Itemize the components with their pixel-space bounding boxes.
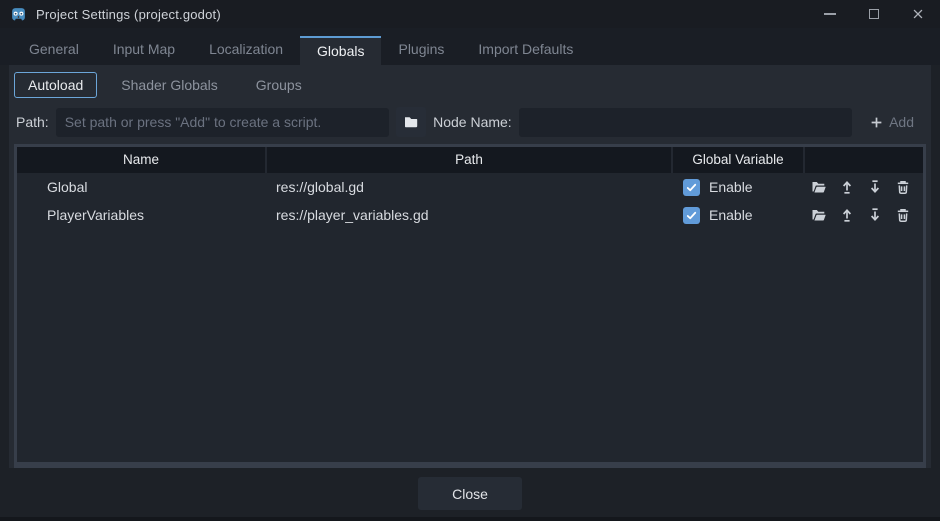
arrow-up-icon	[839, 207, 855, 223]
close-dialog-button[interactable]: Close	[418, 477, 522, 510]
autoload-path: res://global.gd	[267, 179, 673, 195]
autoload-table: Name Path Global Variable Global res://g…	[14, 144, 926, 468]
node-name-input[interactable]	[519, 108, 852, 137]
maximize-icon	[869, 9, 879, 19]
table-header-row: Name Path Global Variable	[17, 147, 923, 173]
close-icon	[911, 7, 925, 21]
maximize-button[interactable]	[864, 4, 884, 24]
path-label: Path:	[16, 114, 49, 130]
window-controls	[820, 4, 928, 24]
arrow-down-icon	[867, 179, 883, 195]
tab-general[interactable]: General	[12, 36, 96, 65]
arrow-down-icon	[867, 207, 883, 223]
row-actions	[805, 207, 923, 223]
autoload-name: Global	[17, 179, 267, 195]
column-header-name: Name	[17, 147, 267, 173]
move-up-button[interactable]	[839, 207, 855, 223]
minimize-button[interactable]	[820, 4, 840, 24]
folder-open-icon	[811, 179, 827, 195]
global-variable-cell: Enable	[673, 207, 805, 224]
move-down-button[interactable]	[867, 179, 883, 195]
open-script-button[interactable]	[811, 179, 827, 195]
check-icon	[685, 209, 698, 222]
tab-localization[interactable]: Localization	[192, 36, 300, 65]
delete-autoload-button[interactable]	[895, 179, 911, 195]
add-button-label: Add	[889, 114, 914, 130]
column-header-actions	[805, 147, 923, 173]
enable-checkbox[interactable]	[683, 207, 700, 224]
move-down-button[interactable]	[867, 207, 883, 223]
project-settings-dialog: Project Settings (project.godot) General…	[0, 0, 940, 521]
delete-autoload-button[interactable]	[895, 207, 911, 223]
close-window-button[interactable]	[908, 4, 928, 24]
enable-label: Enable	[709, 207, 753, 223]
move-up-button[interactable]	[839, 179, 855, 195]
node-name-label: Node Name:	[433, 114, 512, 130]
minimize-icon	[824, 13, 836, 15]
titlebar: Project Settings (project.godot)	[0, 0, 940, 28]
globals-panel: Autoload Shader Globals Groups Path: Nod…	[9, 65, 931, 468]
table-row[interactable]: Global res://global.gd Enable	[17, 173, 923, 201]
check-icon	[685, 181, 698, 194]
path-input[interactable]	[56, 108, 389, 137]
godot-logo-icon	[10, 6, 27, 23]
tab-import-defaults[interactable]: Import Defaults	[461, 36, 590, 65]
folder-open-icon	[811, 207, 827, 223]
subtab-autoload[interactable]: Autoload	[14, 72, 97, 98]
arrow-up-icon	[839, 179, 855, 195]
column-header-path: Path	[267, 147, 673, 173]
global-variable-cell: Enable	[673, 179, 805, 196]
browse-path-button[interactable]	[396, 107, 426, 137]
dialog-footer: Close	[0, 468, 940, 521]
table-row[interactable]: PlayerVariables res://player_variables.g…	[17, 201, 923, 229]
trash-icon	[895, 207, 911, 223]
settings-tab-bar: General Input Map Localization Globals P…	[0, 28, 940, 65]
column-header-global-variable: Global Variable	[673, 147, 805, 173]
trash-icon	[895, 179, 911, 195]
window-title: Project Settings (project.godot)	[36, 7, 221, 22]
tab-globals[interactable]: Globals	[300, 36, 381, 65]
enable-label: Enable	[709, 179, 753, 195]
autoload-toolbar: Path: Node Name: Add	[16, 107, 924, 137]
autoload-name: PlayerVariables	[17, 207, 267, 223]
tab-plugins[interactable]: Plugins	[381, 36, 461, 65]
enable-checkbox[interactable]	[683, 179, 700, 196]
subtab-shader-globals[interactable]: Shader Globals	[107, 72, 232, 98]
add-autoload-button[interactable]: Add	[859, 107, 924, 137]
subtab-groups[interactable]: Groups	[242, 72, 316, 98]
row-actions	[805, 179, 923, 195]
autoload-path: res://player_variables.gd	[267, 207, 673, 223]
folder-icon	[403, 114, 419, 130]
open-script-button[interactable]	[811, 207, 827, 223]
globals-subtab-bar: Autoload Shader Globals Groups	[14, 72, 926, 98]
plus-icon	[869, 115, 884, 130]
tab-input-map[interactable]: Input Map	[96, 36, 192, 65]
